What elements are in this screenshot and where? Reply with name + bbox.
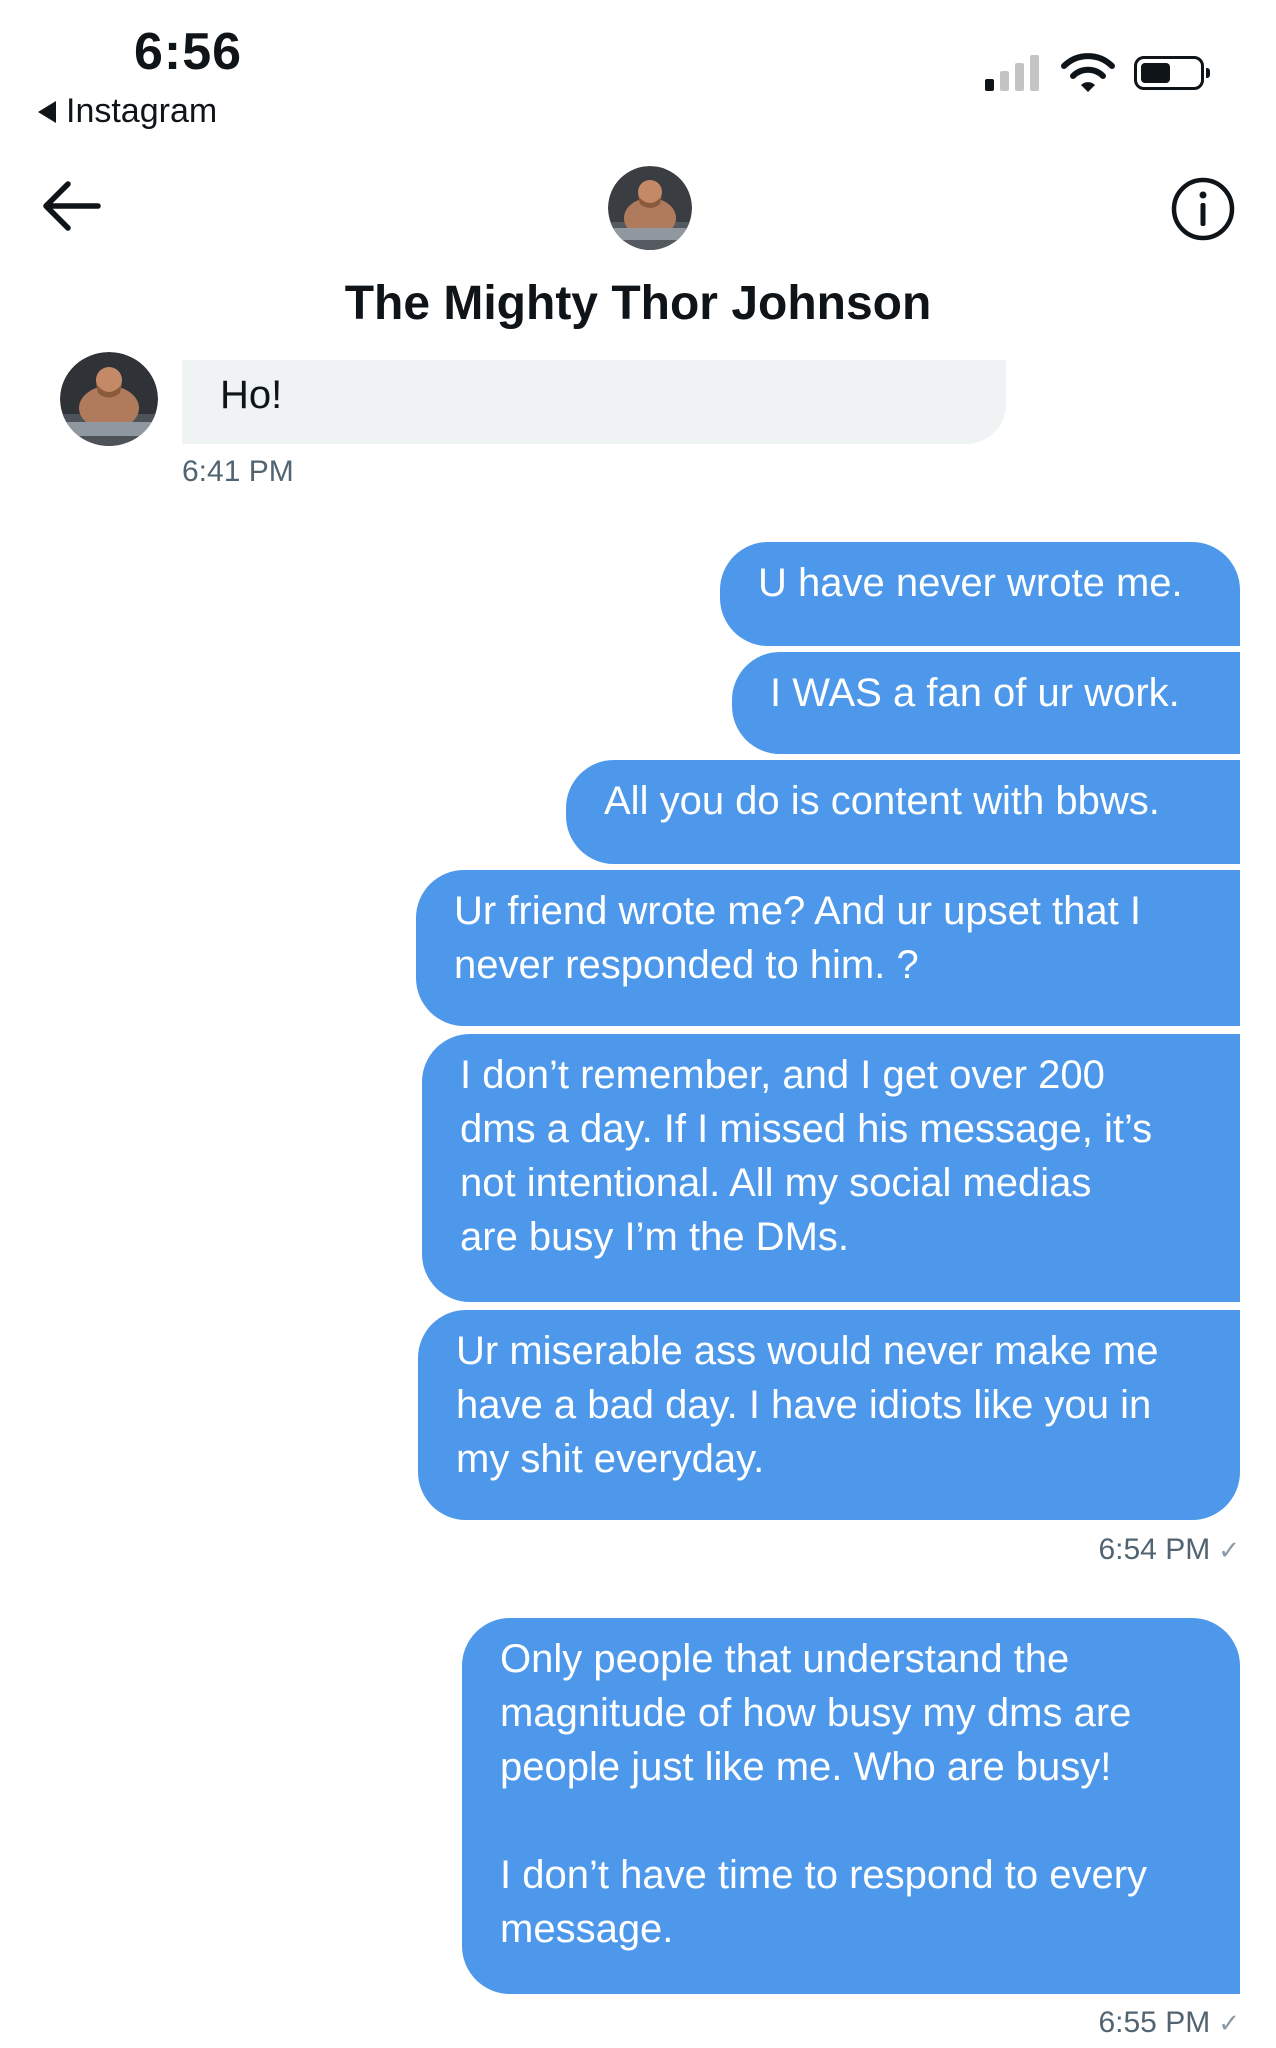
battery-icon [1134, 56, 1210, 90]
outgoing-message-bubble[interactable]: U have never wrote me. [720, 542, 1240, 646]
info-icon[interactable] [1170, 176, 1236, 242]
outgoing-message-bubble[interactable]: I WAS a fan of ur work. [732, 652, 1240, 754]
incoming-timestamp: 6:41 PM [182, 455, 294, 488]
outgoing-timestamp: 6:54 PM ✓ [1098, 1533, 1240, 1567]
back-triangle-icon [38, 100, 56, 123]
sender-avatar[interactable] [60, 352, 158, 446]
contact-name[interactable]: The Mighty Thor Johnson [0, 276, 1276, 331]
outgoing-message-bubble[interactable]: Ur miserable ass would never make me hav… [418, 1310, 1240, 1520]
back-arrow-icon[interactable] [42, 180, 102, 232]
incoming-message-bubble[interactable]: Ho! [182, 360, 1006, 444]
sent-check-icon: ✓ [1218, 1534, 1240, 1565]
outgoing-timestamp: 6:55 PM ✓ [1098, 2006, 1240, 2040]
outgoing-message-bubble[interactable]: Only people that understand the magnitud… [462, 1618, 1240, 1994]
status-time: 6:56 [134, 23, 243, 81]
back-to-app-link[interactable]: Instagram [38, 92, 217, 131]
incoming-message-text: Ho! [220, 373, 283, 417]
cellular-signal-icon [985, 55, 1039, 91]
outgoing-message-bubble[interactable]: Ur friend wrote me? And ur upset that I … [416, 870, 1240, 1026]
outgoing-message-bubble[interactable]: All you do is content with bbws. [566, 760, 1240, 864]
outgoing-message-bubble[interactable]: I don’t remember, and I get over 200 dms… [422, 1034, 1240, 1302]
wifi-icon [1061, 53, 1115, 92]
back-app-label: Instagram [66, 92, 218, 130]
outgoing-time-label: 6:55 PM [1098, 2006, 1211, 2039]
outgoing-time-label: 6:54 PM [1098, 1533, 1211, 1566]
sent-check-icon: ✓ [1218, 2007, 1240, 2038]
contact-avatar[interactable] [608, 166, 692, 250]
